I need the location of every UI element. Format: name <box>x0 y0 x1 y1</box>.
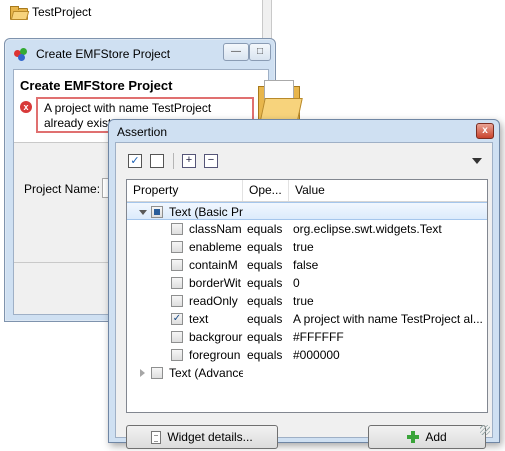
row-operator[interactable]: equals <box>247 310 289 328</box>
row-checkbox[interactable] <box>171 277 183 289</box>
maximize-button[interactable]: □ <box>249 43 271 61</box>
assertion-content: ✓ + − Property Ope... Value Text (Basic … <box>115 142 493 449</box>
row-checkbox[interactable] <box>171 223 183 235</box>
emfstore-app-icon <box>13 46 29 62</box>
open-folder-icon <box>258 80 303 124</box>
table-row[interactable]: foregroun equals #000000 <box>127 346 487 364</box>
add-button[interactable]: Add <box>368 425 486 449</box>
table-row[interactable]: enableme equals true <box>127 238 487 256</box>
row-operator[interactable]: equals <box>247 256 289 274</box>
row-checkbox-checked[interactable]: ✓ <box>171 313 183 325</box>
row-operator[interactable]: equals <box>247 238 289 256</box>
row-operator[interactable]: equals <box>247 328 289 346</box>
expand-all-button[interactable]: + <box>182 154 196 168</box>
row-value[interactable]: #FFFFFF <box>293 328 485 346</box>
row-property: borderWit <box>189 276 242 290</box>
row-value[interactable]: #000000 <box>293 346 485 364</box>
group-label: Text (Basic Pr <box>169 205 243 219</box>
collapse-arrow-icon[interactable] <box>139 210 147 215</box>
row-property: text <box>189 312 209 326</box>
tree-item-project[interactable]: TestProject <box>10 3 91 21</box>
row-value[interactable]: org.eclipse.swt.widgets.Text <box>293 220 485 238</box>
project-folder-icon <box>10 6 30 20</box>
row-property: enableme <box>189 240 242 254</box>
table-row[interactable]: borderWit equals 0 <box>127 274 487 292</box>
row-operator[interactable]: equals <box>247 346 289 364</box>
row-checkbox[interactable] <box>171 349 183 361</box>
table-row[interactable]: readOnly equals true <box>127 292 487 310</box>
row-operator[interactable]: equals <box>247 292 289 310</box>
project-label: TestProject <box>32 5 92 19</box>
group-checkbox[interactable] <box>151 367 163 379</box>
row-value[interactable]: true <box>293 238 485 256</box>
row-checkbox[interactable] <box>171 241 183 253</box>
table-row[interactable]: backgrour equals #FFFFFF <box>127 328 487 346</box>
project-name-label: Project Name: <box>24 182 101 196</box>
row-value[interactable]: false <box>293 256 485 274</box>
emf-window-title: Create EMFStore Project <box>36 47 171 61</box>
expand-arrow-icon[interactable] <box>140 369 145 377</box>
row-property: backgrour <box>189 330 243 344</box>
widget-details-button[interactable]: Widget details... <box>126 425 278 449</box>
row-value[interactable]: 0 <box>293 274 485 292</box>
table-row[interactable]: ✓ text equals A project with name TestPr… <box>127 310 487 328</box>
row-value[interactable]: true <box>293 292 485 310</box>
group-label: Text (Advance <box>169 366 243 380</box>
check-all-button[interactable]: ✓ <box>128 154 142 168</box>
uncheck-all-button[interactable] <box>150 154 164 168</box>
table-row[interactable]: classNam equals org.eclipse.swt.widgets.… <box>127 220 487 238</box>
wizard-heading: Create EMFStore Project <box>20 78 173 93</box>
property-table: Property Ope... Value Text (Basic Pr cla… <box>126 179 488 413</box>
widget-details-label: Widget details... <box>167 430 253 444</box>
tree-group-row[interactable]: Text (Basic Pr <box>127 202 487 220</box>
row-checkbox[interactable] <box>171 295 183 307</box>
table-header: Property Ope... Value <box>127 180 487 202</box>
assertion-dialog: Assertion x ✓ + − Property Ope... Value … <box>108 119 500 449</box>
plus-icon <box>407 431 420 443</box>
row-property: containM <box>189 258 238 272</box>
minimize-button[interactable]: — <box>223 43 249 61</box>
row-property: foregroun <box>189 348 241 362</box>
close-button[interactable]: x <box>476 123 494 139</box>
row-value[interactable]: A project with name TestProject al... <box>293 310 485 328</box>
row-property: classNam <box>189 222 242 236</box>
document-icon <box>151 430 162 444</box>
table-row[interactable]: containM equals false <box>127 256 487 274</box>
view-menu-icon[interactable] <box>472 158 482 164</box>
group-checkbox[interactable] <box>151 206 163 218</box>
column-header-value[interactable]: Value <box>289 180 487 201</box>
tree-group-row[interactable]: Text (Advance <box>127 364 487 382</box>
error-icon: x <box>20 101 32 113</box>
collapse-all-button[interactable]: − <box>204 154 218 168</box>
emf-titlebar[interactable]: Create EMFStore Project <box>13 44 170 64</box>
row-operator[interactable]: equals <box>247 274 289 292</box>
row-checkbox[interactable] <box>171 259 183 271</box>
row-operator[interactable]: equals <box>247 220 289 238</box>
column-header-property[interactable]: Property <box>127 180 243 201</box>
add-label: Add <box>425 430 447 444</box>
resize-grip-icon[interactable] <box>480 425 490 435</box>
column-header-operator[interactable]: Ope... <box>243 180 289 201</box>
row-checkbox[interactable] <box>171 331 183 343</box>
row-property: readOnly <box>189 294 238 308</box>
toolbar-separator <box>173 153 174 169</box>
assertion-title: Assertion <box>117 125 168 139</box>
